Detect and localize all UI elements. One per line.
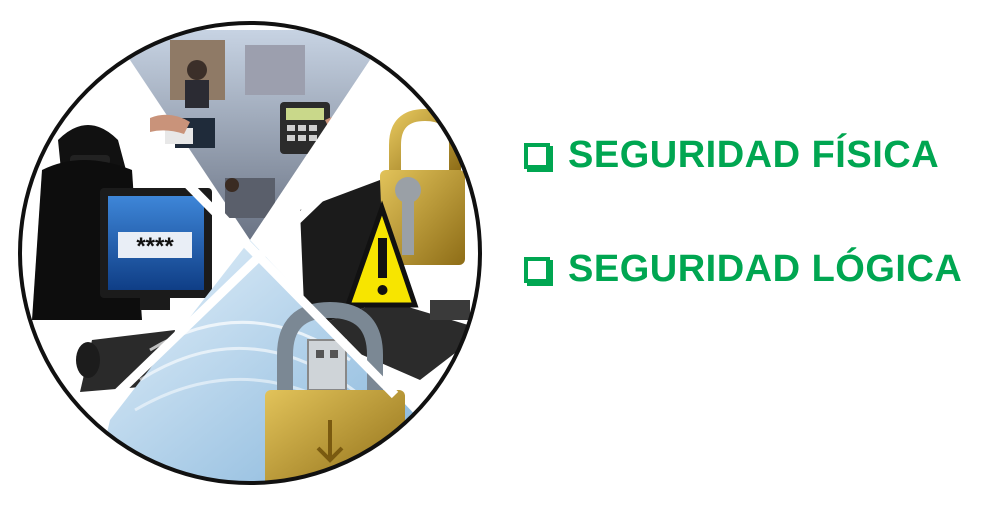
bullet-label-fisica: SEGURIDAD FÍSICA: [568, 134, 940, 176]
password-mask-text: ****: [136, 233, 174, 260]
checkbox-bullet-icon: [524, 256, 550, 283]
bullet-seguridad-logica: SEGURIDAD LÓGICA: [524, 248, 962, 291]
mouse-icon: [76, 342, 100, 378]
bullet-seguridad-fisica: SEGURIDAD FÍSICA: [524, 134, 939, 177]
usb-icon: [307, 339, 347, 391]
security-circle-graphic: ****: [18, 21, 482, 485]
monitor-icon: ****: [100, 188, 212, 310]
person-icon: [185, 60, 209, 108]
bullet-label-logica: SEGURIDAD LÓGICA: [568, 248, 963, 290]
checkbox-bullet-icon: [524, 142, 550, 169]
